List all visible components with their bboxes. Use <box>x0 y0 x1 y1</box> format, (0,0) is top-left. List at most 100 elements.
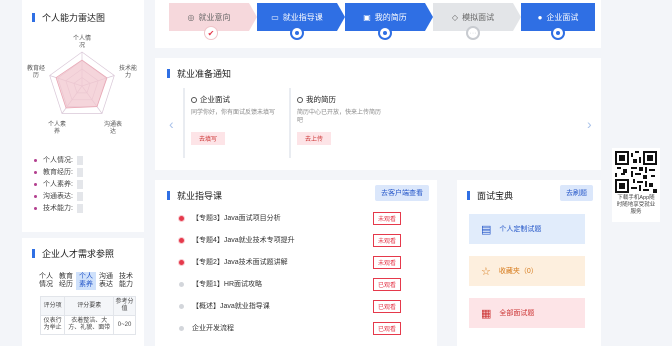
step-arrow <box>337 3 345 31</box>
demand-table: 评分项 评分要素 参考分值 仪表行为举止 衣着整洁、大方、礼貌、面带 0~20 <box>39 296 136 335</box>
notice-item-title-text: 企业面试 <box>200 95 230 104</box>
course-title: 【专题1】HR面试攻略 <box>192 281 263 288</box>
ellipsis-icon: ··· <box>466 26 480 40</box>
qr-caption: 下载手机App随时随地享受就业服务 <box>616 195 656 215</box>
course-item[interactable]: 【专题4】Java就业技术专项提升 未观看 <box>179 233 429 247</box>
radar-axis-label: 个人情况 <box>73 36 92 49</box>
course-item[interactable]: 企业开发流程 已观看 <box>179 321 429 335</box>
notice-title-text: 就业准备通知 <box>177 68 232 79</box>
chevron-right-icon[interactable]: › <box>587 116 592 132</box>
radar-axis-label: 个人素养 <box>48 122 67 135</box>
page-root: 个人能力雷达图 个人情况 技术能力 沟通表达 个人素养 教育经历 个人情况: 教… <box>0 0 672 346</box>
fill-in-button[interactable]: 去填写 <box>191 132 226 145</box>
step-arrow <box>425 3 433 31</box>
guide-title-text: 就业指导课 <box>177 190 223 201</box>
table-row: 仪表行为举止 衣着整洁、大方、礼貌、面带 0~20 <box>39 315 136 335</box>
course-title: 企业开发流程 <box>192 325 234 332</box>
app-download-qr[interactable]: 下载手机App随时随地享受就业服务 <box>612 148 660 222</box>
table-header: 参考分值 <box>113 296 136 316</box>
step-label: 就业意向 <box>198 12 231 22</box>
title-bar <box>167 68 170 78</box>
ability-item: 沟通表达: <box>34 190 144 202</box>
ability-value <box>76 155 83 165</box>
notice-item-title: 我的简历 <box>297 94 383 105</box>
circle-icon <box>191 96 197 103</box>
course-status-badge: 已观看 <box>372 321 401 335</box>
status-dot-icon <box>179 259 184 265</box>
treasure-title-text: 面试宝典 <box>477 190 514 201</box>
table-cell: 0~20 <box>113 315 136 335</box>
demand-tab[interactable]: 个人情况 <box>36 272 56 290</box>
demand-card: 企业人才需求参照 个人情况 教育经历 个人素养 沟通表达 技术能力 评分项 评分… <box>22 238 144 346</box>
notice-item-title-text: 我的简历 <box>306 95 336 104</box>
qr-code-svg <box>615 151 657 193</box>
resume-icon: ▣ <box>363 12 371 22</box>
ability-label: 个人情况: <box>43 157 73 164</box>
step-status-dot <box>551 26 565 40</box>
custom-questions-button[interactable]: ▤ 个人定制试题 <box>469 214 585 244</box>
demand-tab[interactable]: 沟通表达 <box>96 272 116 290</box>
demand-tab-active[interactable]: 个人素养 <box>76 272 96 290</box>
demand-tab[interactable]: 技术能力 <box>116 272 136 290</box>
notice-item: 我的简历 简历中心已开放，快来上传简历吧 去上传 <box>289 88 389 158</box>
practice-button[interactable]: 去刷题 <box>560 185 593 201</box>
ability-list: 个人情况: 教育经历: 个人素养: 沟通表达: 技术能力: <box>22 154 144 214</box>
grid-icon: ▦ <box>481 307 492 320</box>
step-label: 就业指导课 <box>282 12 323 22</box>
ability-value <box>76 191 83 201</box>
radar-axis-label: 沟通表达 <box>104 122 123 135</box>
ability-item: 教育经历: <box>34 166 144 178</box>
notice-title: 就业准备通知 <box>155 66 601 80</box>
course-title: 【概述】Java就业指导课 <box>192 303 270 310</box>
ability-label: 技术能力: <box>43 205 73 212</box>
target-icon: ◎ <box>187 12 195 22</box>
bullet-icon <box>34 158 37 162</box>
course-item[interactable]: 【专题3】Java面试项目分析 未观看 <box>179 211 429 225</box>
table-header: 评分项 <box>39 296 66 316</box>
demand-tab[interactable]: 教育经历 <box>56 272 76 290</box>
treasure-item-label: 全部面试题 <box>499 310 535 317</box>
ability-label: 沟通表达: <box>43 193 73 200</box>
document-icon: ▤ <box>481 223 492 236</box>
notice-item: 企业面试 同学你好，你有面试反馈未填写 去填写 <box>183 88 283 158</box>
bullet-icon <box>34 182 37 186</box>
course-status-badge: 未观看 <box>372 255 401 269</box>
course-item[interactable]: 【概述】Java就业指导课 已观看 <box>179 299 429 313</box>
progress-steps: ◎ 就业意向 ▭ 就业指导课 ▣ 我的简历 ◇ 模拟面试 ● 企业面试 ✔ ··· <box>155 0 601 48</box>
guide-card: 就业指导课 去客户端查看 【专题3】Java面试项目分析 未观看 【专题4】Jav… <box>155 180 437 346</box>
ability-value <box>76 203 83 213</box>
favorites-button[interactable]: ☆ 收藏夹（0） <box>469 256 585 286</box>
step-label: 企业面试 <box>546 12 579 22</box>
course-item[interactable]: 【专题1】HR面试攻略 已观看 <box>179 277 429 291</box>
qr-code-icon <box>615 151 657 193</box>
status-dot-icon <box>179 281 184 287</box>
circle-icon <box>297 96 303 103</box>
bullet-icon <box>34 170 37 174</box>
step-label: 我的简历 <box>374 12 407 22</box>
demand-title: 企业人才需求参照 <box>22 246 144 260</box>
course-item[interactable]: 【专题2】Java技术面试题讲解 未观看 <box>179 255 429 269</box>
all-questions-button[interactable]: ▦ 全部面试题 <box>469 298 585 328</box>
ability-label: 教育经历: <box>43 169 73 176</box>
course-title: 【专题4】Java就业技术专项提升 <box>192 237 295 244</box>
chevron-left-icon[interactable]: ‹ <box>169 116 174 132</box>
user-icon: ● <box>537 12 543 22</box>
bullet-icon <box>34 194 37 198</box>
star-icon: ☆ <box>481 265 491 278</box>
upload-button[interactable]: 去上传 <box>297 132 332 145</box>
title-bar <box>467 190 470 200</box>
status-dot-icon <box>179 215 184 221</box>
notice-item-title: 企业面试 <box>191 94 277 105</box>
radar-axis-label: 技术能力 <box>119 66 138 79</box>
course-title: 【专题3】Java面试项目分析 <box>192 215 281 222</box>
title-bar <box>32 12 35 22</box>
step-arrow <box>249 3 257 31</box>
title-bar <box>167 190 170 200</box>
ability-value <box>76 179 83 189</box>
status-dot-icon <box>179 303 184 309</box>
view-in-client-button[interactable]: 去客户端查看 <box>375 185 429 201</box>
course-status-badge: 未观看 <box>372 233 401 247</box>
radar-title: 个人能力雷达图 <box>22 10 144 24</box>
notice-card: 就业准备通知 ‹ 企业面试 同学你好，你有面试反馈未填写 去填写 我的简历 简历… <box>155 58 601 170</box>
interview-treasure-card: 面试宝典 去刷题 ▤ 个人定制试题 ☆ 收藏夹（0） ▦ 全部面试题 <box>457 180 601 346</box>
